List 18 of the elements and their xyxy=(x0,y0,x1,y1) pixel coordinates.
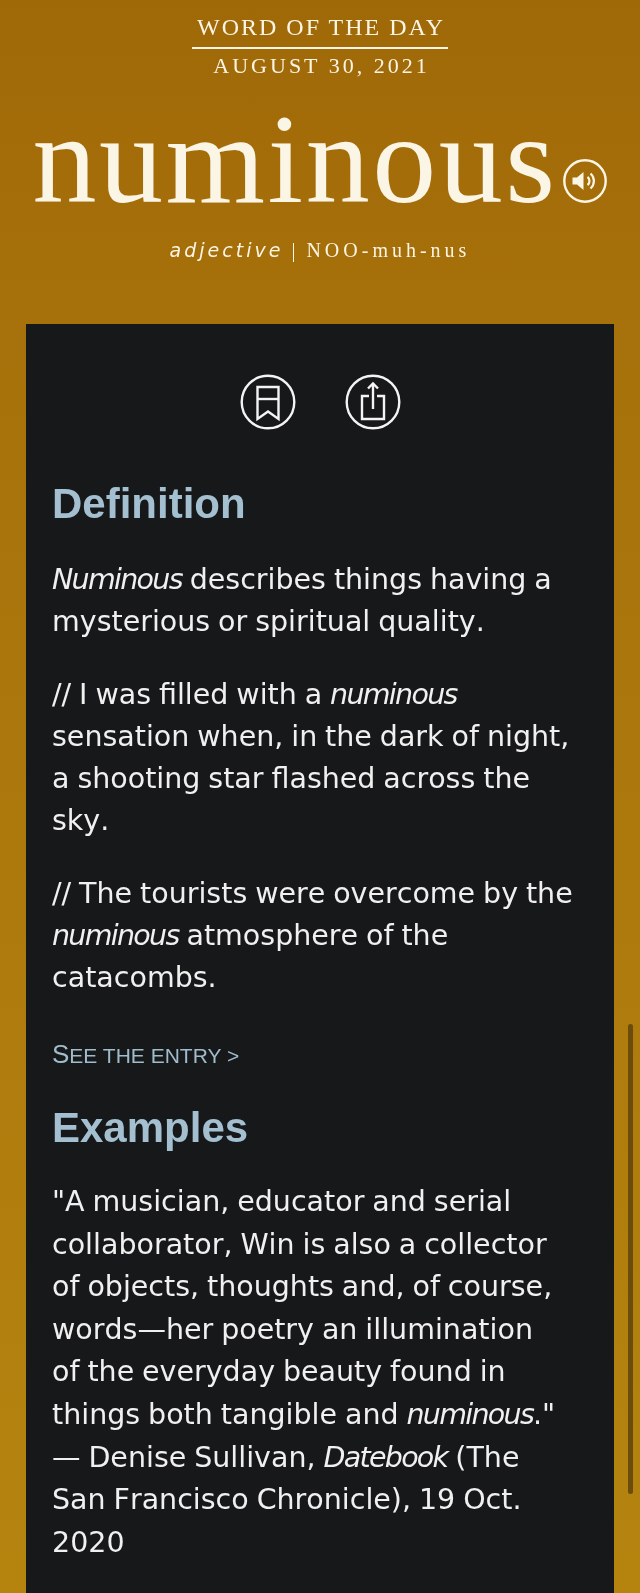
eyebrow-label: WORD OF THE DAY xyxy=(196,13,445,41)
headword: numinous xyxy=(32,95,558,223)
separator: | xyxy=(291,238,296,262)
definition-text: Numinous describes things having a mysterious or spiritual quality. xyxy=(52,562,553,640)
example-sentence: // The tourists were overcome by the numinous atmosphere of the catacombs. xyxy=(52,876,574,996)
see-entry-link[interactable]: SEE THE ENTRY > xyxy=(52,1039,240,1071)
example-sentence: // I was filled with a numinous sensation when, in the dark of night, a shooting star flashed across the sky. xyxy=(52,677,571,839)
speaker-icon[interactable] xyxy=(563,159,608,203)
part-of-speech: adjective xyxy=(169,238,284,262)
share-icon[interactable] xyxy=(344,374,401,430)
section-heading: Examples xyxy=(52,1104,250,1152)
section-heading: Definition xyxy=(52,480,247,528)
quote-text: "A musician, educator and serial collaborator, Win is also a collector of objects, thoughts and, of course, words—her poetry an illumination of the everyday beauty found in things both tangible and numinous." xyxy=(52,1184,557,1433)
date-label: AUGUST 30, 2021 xyxy=(212,53,430,79)
bookmark-icon[interactable] xyxy=(239,374,296,430)
quote-attribution: — Denise Sullivan, Datebook (The San Francisco Chronicle), 19 Oct. 2020 xyxy=(52,1439,523,1561)
scrollbar-thumb[interactable] xyxy=(628,1024,633,1494)
pronunciation: NOO-muh-nus xyxy=(306,238,471,262)
